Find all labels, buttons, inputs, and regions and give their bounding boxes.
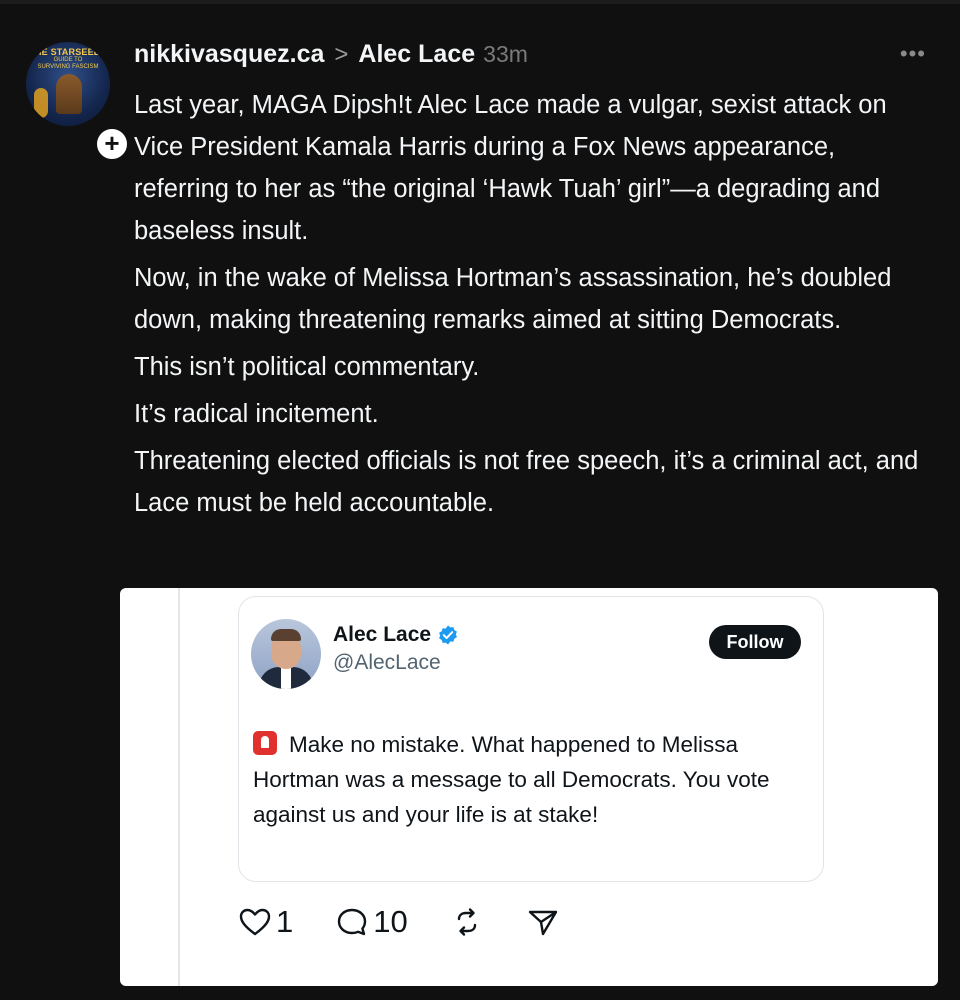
tweet-author-name[interactable]: Alec Lace <box>333 623 459 647</box>
post-paragraph: It’s radical incitement. <box>134 400 379 428</box>
post-paragraph: This isn’t political commentary. <box>134 353 480 381</box>
quoted-tweet-card[interactable]: Alec Lace @AlecLace Follow Make no mista… <box>238 596 824 882</box>
avatar-image: THE STARSEEDS GUIDE TO SURVIVING FASCISM <box>26 42 110 126</box>
heart-icon <box>239 908 271 936</box>
reply-count: 10 <box>373 904 408 939</box>
like-button[interactable]: 1 <box>238 904 293 940</box>
post-text: Last year, MAGA Dipsh!t Alec Lace made a… <box>134 84 934 529</box>
avatar-title: THE STARSEEDS <box>29 47 107 57</box>
tweet-author-name-text: Alec Lace <box>333 623 432 646</box>
thread-line <box>178 588 180 986</box>
follow-button[interactable]: Follow <box>709 625 801 659</box>
avatar-figure <box>56 74 82 114</box>
post-paragraph: Threatening elected officials is not fre… <box>134 447 919 517</box>
tweet-avatar[interactable] <box>251 619 321 689</box>
tweet-author-handle[interactable]: @AlecLace <box>333 651 441 675</box>
chevron-right-icon: > <box>334 41 349 68</box>
topic-tag[interactable]: Alec Lace <box>358 40 475 69</box>
avatar-subtitle-line1: GUIDE TO <box>53 57 83 63</box>
post-paragraph: Last year, MAGA Dipsh!t Alec Lace made a… <box>134 91 887 245</box>
avatar-torch <box>34 88 48 118</box>
embedded-screenshot[interactable]: Alec Lace @AlecLace Follow Make no mista… <box>120 588 938 986</box>
author-username[interactable]: nikkivasquez.ca <box>134 40 324 69</box>
comment-icon <box>338 908 367 936</box>
action-bar: 1 10 <box>238 900 602 944</box>
follow-plus-button[interactable]: + <box>94 126 130 162</box>
post-header: nikkivasquez.ca > Alec Lace 33m <box>134 40 528 72</box>
tweet-text-content: Make no mistake. What happened to Meliss… <box>253 732 770 827</box>
ellipsis-icon[interactable]: ••• <box>900 43 926 65</box>
avatar-subtitle: GUIDE TO SURVIVING FASCISM <box>26 57 110 71</box>
post-paragraph: Now, in the wake of Melissa Hortman’s as… <box>134 264 892 334</box>
repost-button[interactable] <box>450 907 484 937</box>
avatar-hair <box>271 629 301 641</box>
author-avatar[interactable]: THE STARSEEDS GUIDE TO SURVIVING FASCISM… <box>26 42 130 162</box>
share-button[interactable] <box>526 907 560 937</box>
top-divider <box>0 0 960 4</box>
avatar-shirt <box>281 667 291 689</box>
post-timestamp: 33m <box>483 41 528 67</box>
send-icon <box>528 910 557 936</box>
siren-emoji-icon <box>253 731 277 755</box>
reply-button[interactable]: 10 <box>335 904 408 940</box>
tweet-text: Make no mistake. What happened to Meliss… <box>253 727 813 832</box>
repost-icon <box>457 908 476 936</box>
like-count: 1 <box>276 904 294 939</box>
verified-badge-icon <box>439 625 457 645</box>
avatar-subtitle-line2: SURVIVING FASCISM <box>37 64 99 70</box>
